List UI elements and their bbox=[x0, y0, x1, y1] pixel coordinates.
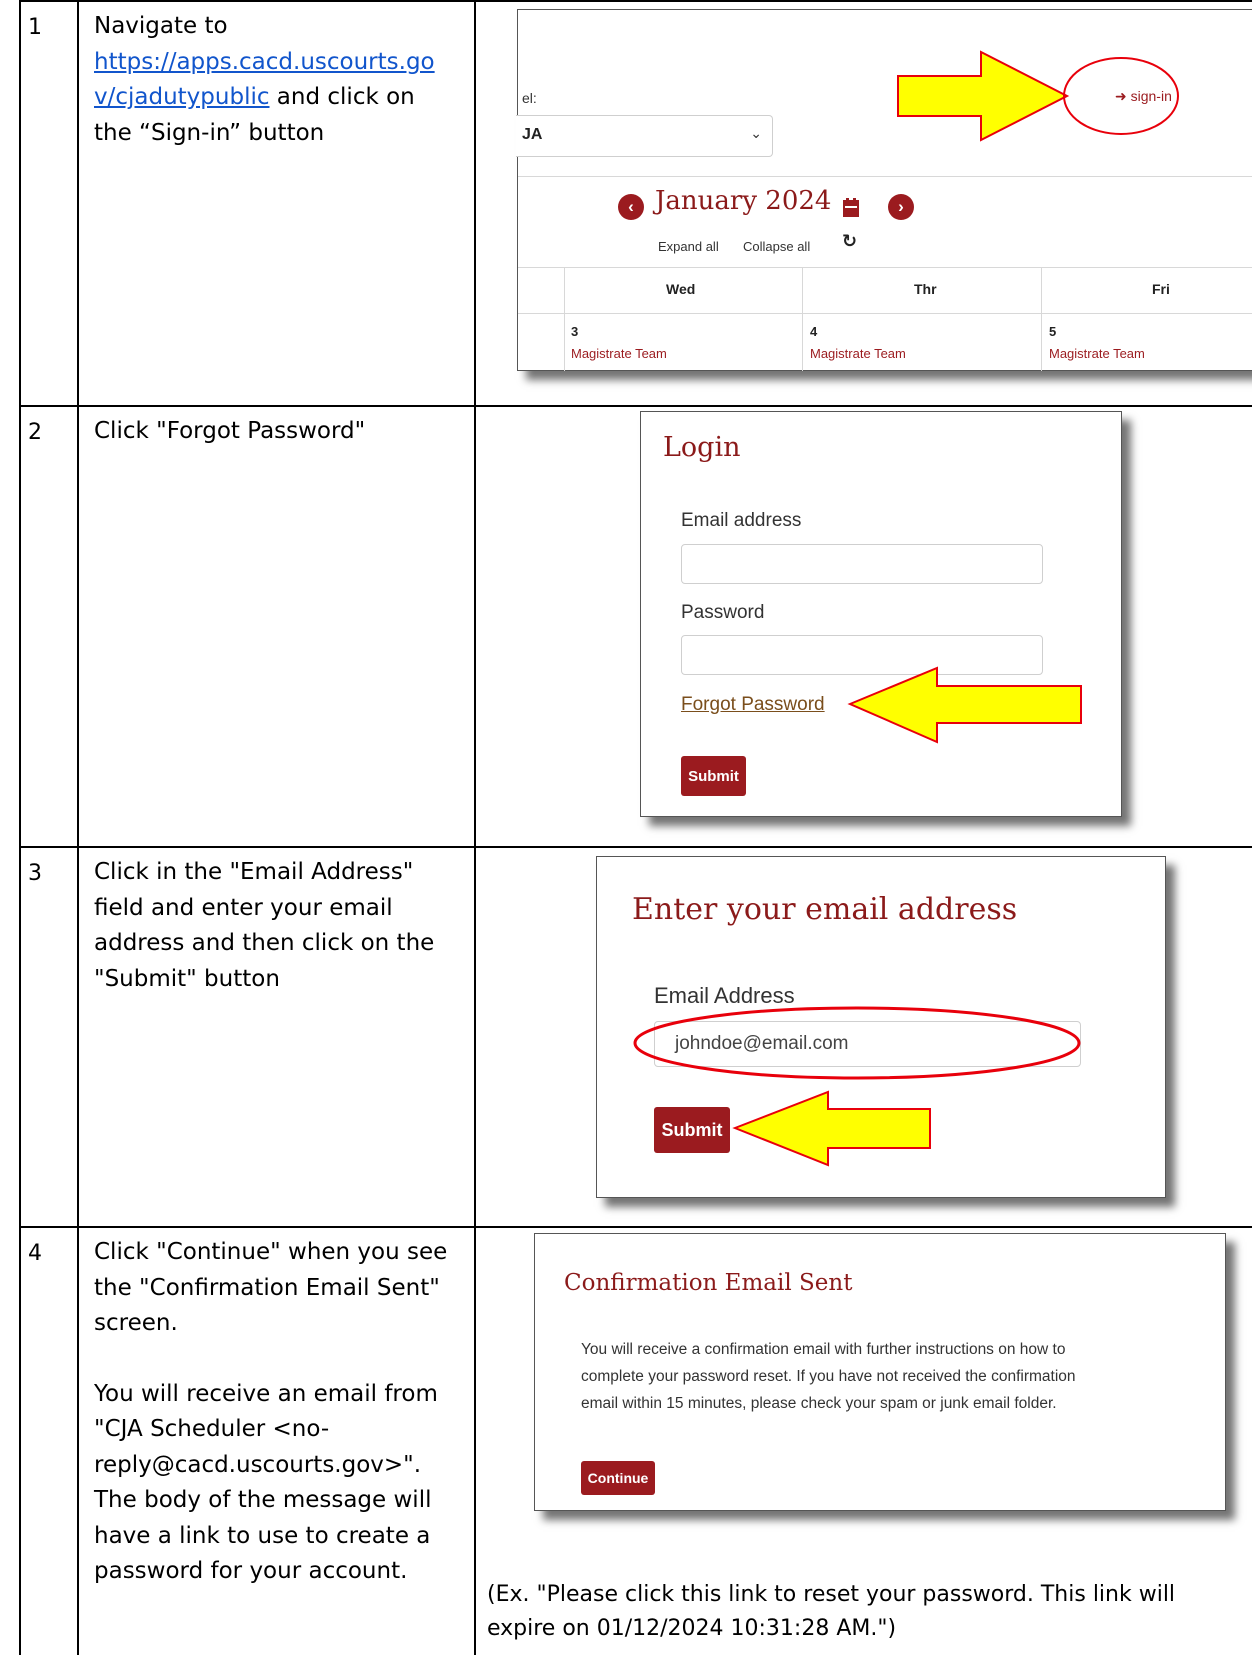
date-cell: 3 bbox=[571, 324, 579, 339]
date-cell: 5 bbox=[1049, 324, 1057, 339]
confirmation-line: complete your password reset. If you hav… bbox=[581, 1368, 1076, 1385]
password-label: Password bbox=[681, 602, 765, 623]
chevron-down-icon: ⌄ bbox=[750, 125, 762, 141]
day-header-fri: Fri bbox=[1152, 281, 1170, 297]
instruction-text: the "Confirmation Email Sent" bbox=[94, 1274, 440, 1301]
day-header-thr: Thr bbox=[914, 281, 937, 297]
date-cell: 4 bbox=[810, 324, 818, 339]
step-number: 3 bbox=[28, 861, 42, 886]
login-title: Login bbox=[663, 432, 741, 463]
step-instruction: Click "Forgot Password" bbox=[94, 414, 464, 450]
screenshot-login: Login Email address Password Forgot Pass… bbox=[640, 411, 1122, 817]
instruction-text: Navigate to bbox=[94, 13, 228, 39]
instruction-text: screen. bbox=[94, 1310, 178, 1336]
instruction-text: password for your account. bbox=[94, 1558, 408, 1584]
instruction-text: "CJA Scheduler <no- bbox=[94, 1416, 330, 1442]
confirmation-title: Confirmation Email Sent bbox=[564, 1270, 853, 1296]
event-label[interactable]: Magistrate Team bbox=[810, 346, 906, 361]
screenshot-enter-email: Enter your email address Email Address j… bbox=[596, 856, 1166, 1198]
collapse-all-link[interactable]: Collapse all bbox=[743, 239, 810, 254]
row-divider-1 bbox=[19, 405, 1252, 407]
instruction-text: The body of the message will bbox=[94, 1487, 432, 1513]
instruction-text: reply@cacd.uscourts.gov>". bbox=[94, 1451, 422, 1478]
email-address-field[interactable]: johndoe@email.com bbox=[654, 1021, 1081, 1067]
calendar-grid: Wed Thr Fri 3 4 5 Magistrate Team Magist… bbox=[518, 267, 1252, 371]
month-title: January 2024 bbox=[655, 186, 832, 216]
court-url-link[interactable]: v/cjadutypublic bbox=[94, 84, 270, 110]
step-instruction: Click in the "Email Address" field and e… bbox=[94, 855, 464, 997]
instruction-text: Click in the "Email Address" bbox=[94, 859, 414, 885]
instruction-text: "Submit" button bbox=[94, 965, 280, 992]
continue-button[interactable]: Continue bbox=[581, 1461, 655, 1495]
step-instruction: Navigate to https://apps.cacd.uscourts.g… bbox=[94, 9, 464, 151]
confirmation-line: You will receive a confirmation email wi… bbox=[581, 1341, 1066, 1358]
instruction-text: the “Sign-in” button bbox=[94, 119, 325, 146]
event-label[interactable]: Magistrate Team bbox=[1049, 346, 1145, 361]
step-number: 1 bbox=[28, 15, 42, 40]
email-value: johndoe@email.com bbox=[675, 1033, 849, 1054]
calendar-icon[interactable] bbox=[842, 198, 860, 218]
example-line: expire on 01/12/2024 10:31:28 AM.") bbox=[487, 1616, 897, 1641]
instruction-text: Click "Forgot Password" bbox=[94, 418, 366, 444]
step-instruction: Click "Continue" when you see the "Confi… bbox=[94, 1235, 464, 1590]
instruction-text: v/cjadutypublic and click on bbox=[94, 84, 415, 110]
select-label: el: bbox=[522, 90, 537, 106]
table-border-top bbox=[19, 0, 1252, 2]
chevron-left-icon[interactable]: ‹ bbox=[618, 194, 644, 220]
instruction-text: field and enter your email bbox=[94, 894, 393, 921]
email-address-label: Email Address bbox=[654, 983, 795, 1008]
example-note: (Ex. "Please click this link to reset yo… bbox=[487, 1578, 1247, 1646]
instruction-text: You will receive an email from bbox=[94, 1380, 438, 1407]
table-border-left bbox=[19, 0, 21, 1655]
court-url-link[interactable]: https://apps.cacd.uscourts.go bbox=[94, 49, 435, 75]
instruction-text: Click "Continue" when you see bbox=[94, 1239, 448, 1265]
instruction-text: have a link to use to create a bbox=[94, 1522, 431, 1549]
example-line: (Ex. "Please click this link to reset yo… bbox=[487, 1582, 1176, 1607]
password-field[interactable] bbox=[681, 635, 1043, 675]
column-divider-1 bbox=[77, 0, 79, 1655]
step-number: 2 bbox=[28, 420, 42, 445]
sign-in-link[interactable]: ➜ sign-in bbox=[1115, 88, 1172, 105]
instruction-text: address and then click on the bbox=[94, 930, 435, 956]
schedule-select[interactable]: JA ⌄ bbox=[516, 115, 773, 157]
expand-all-link[interactable]: Expand all bbox=[658, 239, 719, 254]
submit-button[interactable]: Submit bbox=[654, 1107, 730, 1153]
day-header-wed: Wed bbox=[666, 281, 696, 297]
calendar-header bbox=[518, 176, 1252, 177]
submit-button[interactable]: Submit bbox=[681, 756, 746, 796]
confirmation-line: email within 15 minutes, please check yo… bbox=[581, 1395, 1057, 1412]
confirmation-body: You will receive a confirmation email wi… bbox=[581, 1336, 1076, 1417]
email-label: Email address bbox=[681, 510, 802, 531]
row-divider-3 bbox=[19, 1226, 1252, 1228]
sign-in-icon: ➜ bbox=[1115, 88, 1127, 104]
column-divider-2 bbox=[474, 0, 476, 1655]
forgot-password-link[interactable]: Forgot Password bbox=[681, 694, 825, 716]
row-divider-2 bbox=[19, 846, 1252, 848]
email-field[interactable] bbox=[681, 544, 1043, 584]
refresh-icon[interactable]: ↻ bbox=[842, 231, 857, 252]
step-number: 4 bbox=[28, 1241, 42, 1266]
event-label[interactable]: Magistrate Team bbox=[571, 346, 667, 361]
enter-email-title: Enter your email address bbox=[632, 892, 1018, 927]
screenshot-home: el: JA ⌄ ‹ January 2024 › Expand all Col… bbox=[516, 9, 1252, 371]
screenshot-confirmation: Confirmation Email Sent You will receive… bbox=[534, 1233, 1226, 1511]
instruction-text: https://apps.cacd.uscourts.go bbox=[94, 45, 464, 81]
chevron-right-icon[interactable]: › bbox=[888, 194, 914, 220]
